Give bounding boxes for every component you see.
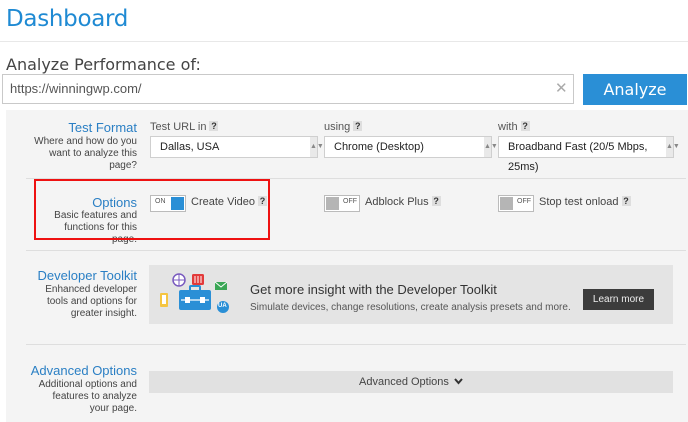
stop-onload-label: Stop test onload?	[539, 196, 631, 208]
page-subtitle: Analyze Performance of:	[6, 55, 201, 74]
developer-toolkit-title: Developer Toolkit	[37, 268, 137, 283]
help-icon[interactable]: ?	[520, 121, 530, 131]
browser-select-value: Chrome (Desktop)	[334, 141, 424, 153]
clear-icon[interactable]: ✕	[555, 79, 568, 97]
advanced-options-title: Advanced Options	[30, 363, 137, 378]
advanced-options-description: Additional options and features to analy…	[38, 379, 137, 414]
options-highlight-box	[34, 179, 270, 240]
section-divider	[26, 250, 686, 251]
location-select[interactable]: Dallas, USA ▲▼	[150, 136, 324, 158]
toolkit-banner-title: Get more insight with the Developer Tool…	[250, 282, 497, 297]
advanced-options-toggle[interactable]: Advanced Options	[149, 371, 673, 393]
chevron-down-icon: ▲▼	[484, 137, 498, 157]
toggle-knob	[500, 197, 513, 210]
title-divider	[0, 41, 688, 42]
chevron-down-icon: ▲▼	[666, 137, 680, 157]
location-label: Test URL in?	[150, 121, 219, 133]
connection-select-value: Broadband Fast (20/5 Mbps, 25ms)	[508, 141, 648, 173]
connection-label: with?	[498, 121, 530, 133]
advanced-options-label: Advanced Options	[359, 376, 449, 388]
toolkit-banner-description: Simulate devices, change resolutions, cr…	[250, 302, 571, 313]
test-format-title: Test Format	[68, 120, 137, 135]
developer-toolkit-description: Enhanced developer tools and options for…	[45, 284, 137, 319]
adblock-toggle[interactable]: OFF	[324, 195, 360, 212]
test-format-description: Where and how do you want to analyze thi…	[34, 136, 137, 171]
developer-toolkit-banner: UA Get more insight with the Developer T…	[149, 265, 673, 324]
help-icon[interactable]: ?	[353, 121, 363, 131]
section-divider	[26, 344, 686, 345]
chevron-down-icon	[454, 378, 463, 385]
location-select-value: Dallas, USA	[160, 141, 220, 153]
toolkit-illustration-icon	[160, 273, 229, 313]
connection-select[interactable]: Broadband Fast (20/5 Mbps, 25ms) ▲▼	[498, 136, 680, 173]
adblock-label: Adblock Plus?	[365, 196, 441, 208]
ua-badge: UA	[218, 303, 227, 309]
page-title: Dashboard	[6, 6, 129, 32]
url-input[interactable]: https://winningwp.com/	[2, 74, 574, 104]
analyze-button[interactable]: Analyze	[583, 74, 687, 105]
browser-label: using?	[324, 121, 363, 133]
help-icon[interactable]: ?	[621, 196, 631, 206]
help-icon[interactable]: ?	[431, 196, 441, 206]
stop-onload-toggle[interactable]: OFF	[498, 195, 534, 212]
help-icon[interactable]: ?	[209, 121, 219, 131]
toggle-knob	[326, 197, 339, 210]
browser-select[interactable]: Chrome (Desktop) ▲▼	[324, 136, 498, 158]
learn-more-button[interactable]: Learn more	[583, 289, 654, 310]
chevron-down-icon: ▲▼	[310, 137, 324, 157]
